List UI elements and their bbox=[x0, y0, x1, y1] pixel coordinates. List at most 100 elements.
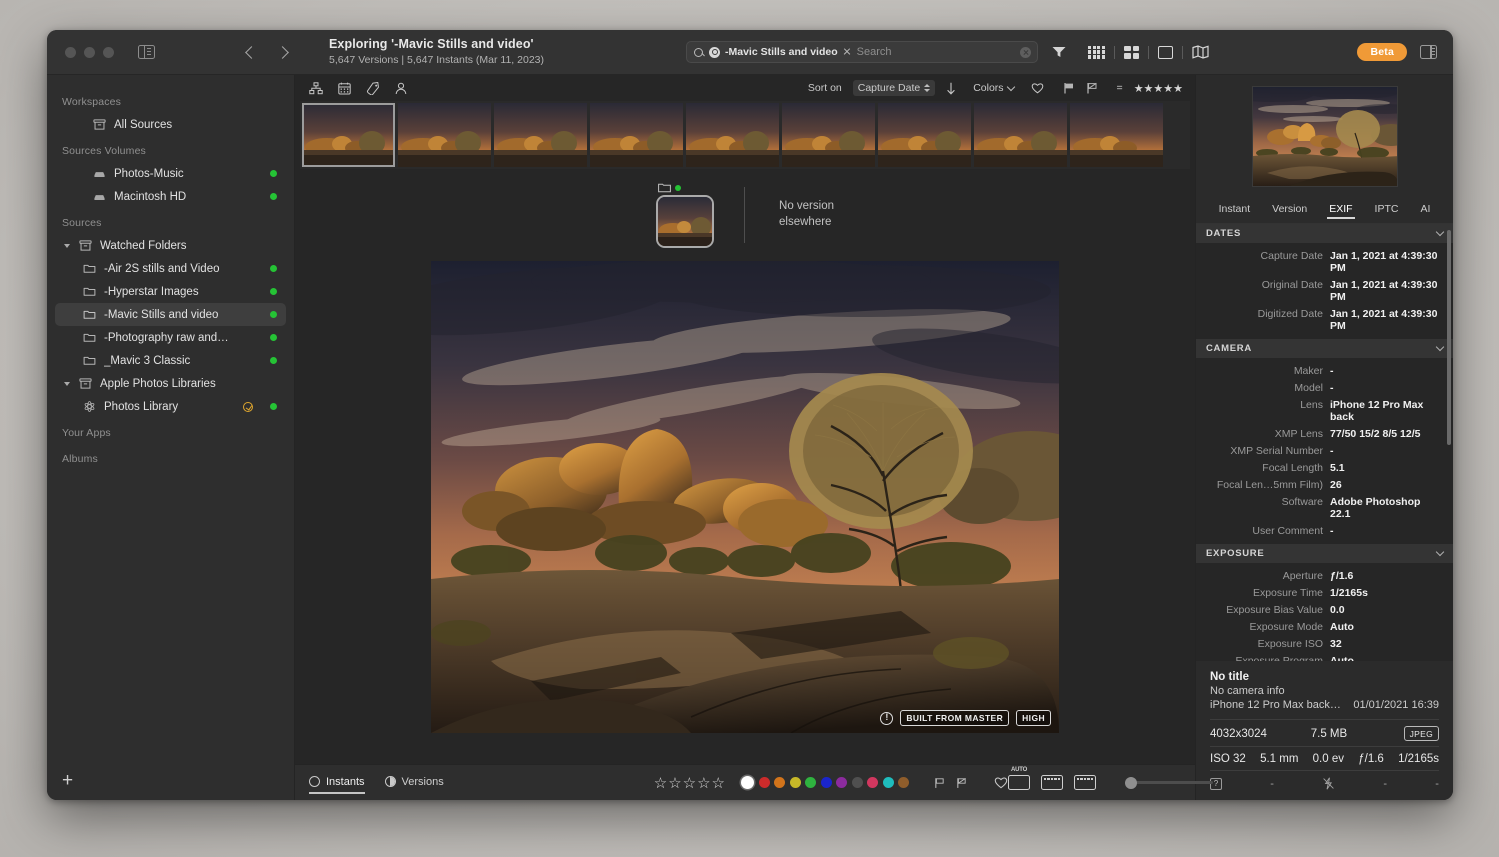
chevron-down-icon[interactable] bbox=[64, 244, 70, 248]
main-photo-container[interactable]: BUILT FROM MASTER HIGH bbox=[431, 261, 1059, 733]
tab-instants[interactable]: Instants bbox=[309, 776, 365, 790]
heart-icon[interactable] bbox=[1031, 82, 1044, 94]
star-1[interactable]: ☆ bbox=[654, 774, 667, 792]
color-swatch-orange[interactable] bbox=[774, 777, 785, 788]
section-header-exposure[interactable]: EXPOSURE bbox=[1196, 544, 1453, 563]
color-swatch-red[interactable] bbox=[759, 777, 770, 788]
filmstrip-thumbnail[interactable] bbox=[782, 103, 875, 167]
chevron-left-icon[interactable] bbox=[245, 46, 258, 59]
grid-dense-icon[interactable] bbox=[1088, 46, 1105, 59]
exif-row: Apertureƒ/1.6 bbox=[1196, 567, 1453, 584]
zoom-slider-knob[interactable] bbox=[1125, 777, 1137, 789]
filmstrip-thumbnail[interactable] bbox=[590, 103, 683, 167]
color-swatch-green[interactable] bbox=[805, 777, 816, 788]
version-thumbnail[interactable] bbox=[656, 195, 714, 248]
tab-exif[interactable]: EXIF bbox=[1329, 203, 1352, 218]
warning-icon[interactable] bbox=[880, 712, 893, 725]
sidebar-item-air2s[interactable]: -Air 2S stills and Video bbox=[55, 257, 286, 280]
close-button[interactable] bbox=[65, 47, 76, 58]
search-input[interactable]: -Mavic Stills and video Search bbox=[686, 41, 1038, 63]
tag-icon[interactable] bbox=[366, 82, 380, 95]
zoom-slider[interactable] bbox=[1127, 781, 1213, 784]
flag-slashed-icon[interactable] bbox=[956, 777, 967, 789]
color-swatch-purple[interactable] bbox=[836, 777, 847, 788]
scrollbar[interactable] bbox=[1447, 230, 1451, 445]
sidebar-item-mavic-stills-and-video[interactable]: -Mavic Stills and video bbox=[55, 303, 286, 326]
tab-instant[interactable]: Instant bbox=[1219, 203, 1251, 218]
colors-select[interactable]: Colors bbox=[973, 82, 1013, 94]
calendar-icon[interactable] bbox=[338, 82, 351, 95]
fill-size-button[interactable] bbox=[1074, 775, 1096, 790]
main-photo[interactable] bbox=[431, 261, 1059, 733]
star-2[interactable]: ☆ bbox=[668, 774, 681, 792]
single-square-icon[interactable] bbox=[1158, 46, 1173, 59]
color-swatch-white[interactable] bbox=[741, 776, 754, 789]
filmstrip[interactable] bbox=[300, 101, 1190, 169]
rating-stars[interactable]: ★★★★★ bbox=[1134, 82, 1183, 95]
filmstrip-thumbnail[interactable] bbox=[302, 103, 395, 167]
color-swatch-yellow[interactable] bbox=[790, 777, 801, 788]
star-3[interactable]: ☆ bbox=[683, 774, 696, 792]
tab-iptc[interactable]: IPTC bbox=[1375, 203, 1399, 218]
section-header-camera[interactable]: CAMERA bbox=[1196, 339, 1453, 358]
right-panel-toggle-icon[interactable] bbox=[1420, 45, 1437, 59]
chevron-down-icon[interactable] bbox=[1436, 343, 1444, 351]
sort-field-select[interactable]: Capture Date bbox=[853, 80, 935, 96]
star-5[interactable]: ☆ bbox=[712, 774, 725, 792]
tab-versions[interactable]: Versions bbox=[385, 776, 444, 790]
exif-list[interactable]: DATES Capture DateJan 1, 2021 at 4:39:30… bbox=[1196, 224, 1453, 661]
beta-badge[interactable]: Beta bbox=[1357, 43, 1407, 61]
sidebar-item-photography-raw[interactable]: -Photography raw and… bbox=[55, 326, 286, 349]
filmstrip-thumbnail[interactable] bbox=[878, 103, 971, 167]
flag-slashed-icon[interactable] bbox=[1086, 82, 1098, 94]
heart-icon[interactable] bbox=[994, 776, 1008, 789]
sidebar-item-photos-music[interactable]: Photos-Music bbox=[55, 162, 286, 185]
filmstrip-thumbnail[interactable] bbox=[398, 103, 491, 167]
zoom-button[interactable] bbox=[103, 47, 114, 58]
section-header-dates[interactable]: DATES bbox=[1196, 224, 1453, 243]
chevron-down-icon[interactable] bbox=[64, 382, 70, 386]
auto-size-button[interactable] bbox=[1008, 775, 1030, 790]
tab-ai[interactable]: AI bbox=[1420, 203, 1430, 218]
person-icon[interactable] bbox=[395, 82, 407, 95]
search-token[interactable]: -Mavic Stills and video bbox=[709, 46, 851, 58]
color-swatch-pink[interactable] bbox=[867, 777, 878, 788]
map-icon[interactable] bbox=[1192, 45, 1209, 59]
sidebar-item-all-sources[interactable]: All Sources bbox=[55, 113, 286, 136]
fit-size-button[interactable] bbox=[1041, 775, 1063, 790]
clear-icon[interactable] bbox=[1020, 47, 1031, 58]
hierarchy-icon[interactable] bbox=[309, 82, 323, 95]
filmstrip-thumbnail[interactable] bbox=[686, 103, 779, 167]
funnel-icon[interactable] bbox=[1052, 46, 1066, 58]
flag-filled-icon[interactable] bbox=[1063, 82, 1075, 94]
preview-thumbnail[interactable] bbox=[1252, 86, 1398, 187]
color-swatch-blue[interactable] bbox=[821, 777, 832, 788]
sidebar-item-hyperstar[interactable]: -Hyperstar Images bbox=[55, 280, 286, 303]
chevron-down-icon[interactable] bbox=[1436, 548, 1444, 556]
sidebar-item-photos-library[interactable]: Photos Library bbox=[55, 395, 286, 418]
filmstrip-thumbnail[interactable] bbox=[974, 103, 1067, 167]
sidebar-item-macintosh-hd[interactable]: Macintosh HD bbox=[55, 185, 286, 208]
color-swatch-cyan[interactable] bbox=[883, 777, 894, 788]
chevron-down-icon[interactable] bbox=[1436, 228, 1444, 236]
close-icon[interactable] bbox=[843, 48, 851, 56]
sidebar-item-watched-folders[interactable]: Watched Folders bbox=[55, 234, 286, 257]
chevron-right-icon[interactable] bbox=[276, 46, 289, 59]
color-swatch-brown[interactable] bbox=[898, 777, 909, 788]
rating-stars-large[interactable]: ☆ ☆ ☆ ☆ ☆ bbox=[654, 774, 725, 792]
sidebar-toggle-icon[interactable] bbox=[138, 45, 155, 59]
grid-four-icon[interactable] bbox=[1124, 46, 1139, 59]
minimize-button[interactable] bbox=[84, 47, 95, 58]
filmstrip-thumbnail[interactable] bbox=[1070, 103, 1163, 167]
flag-icon[interactable] bbox=[934, 777, 945, 789]
arrow-down-icon[interactable] bbox=[946, 82, 956, 95]
sidebar-item-mavic-3-classic[interactable]: _Mavic 3 Classic bbox=[55, 349, 286, 372]
star-4[interactable]: ☆ bbox=[697, 774, 710, 792]
exif-value: 0.0 bbox=[1330, 604, 1345, 616]
color-swatch-gray[interactable] bbox=[852, 777, 863, 788]
tab-version[interactable]: Version bbox=[1272, 203, 1307, 218]
exif-row: Maker- bbox=[1196, 362, 1453, 379]
filmstrip-thumbnail[interactable] bbox=[494, 103, 587, 167]
sidebar-item-apple-photos-libraries[interactable]: Apple Photos Libraries bbox=[55, 372, 286, 395]
add-source-button[interactable]: + bbox=[62, 771, 73, 790]
